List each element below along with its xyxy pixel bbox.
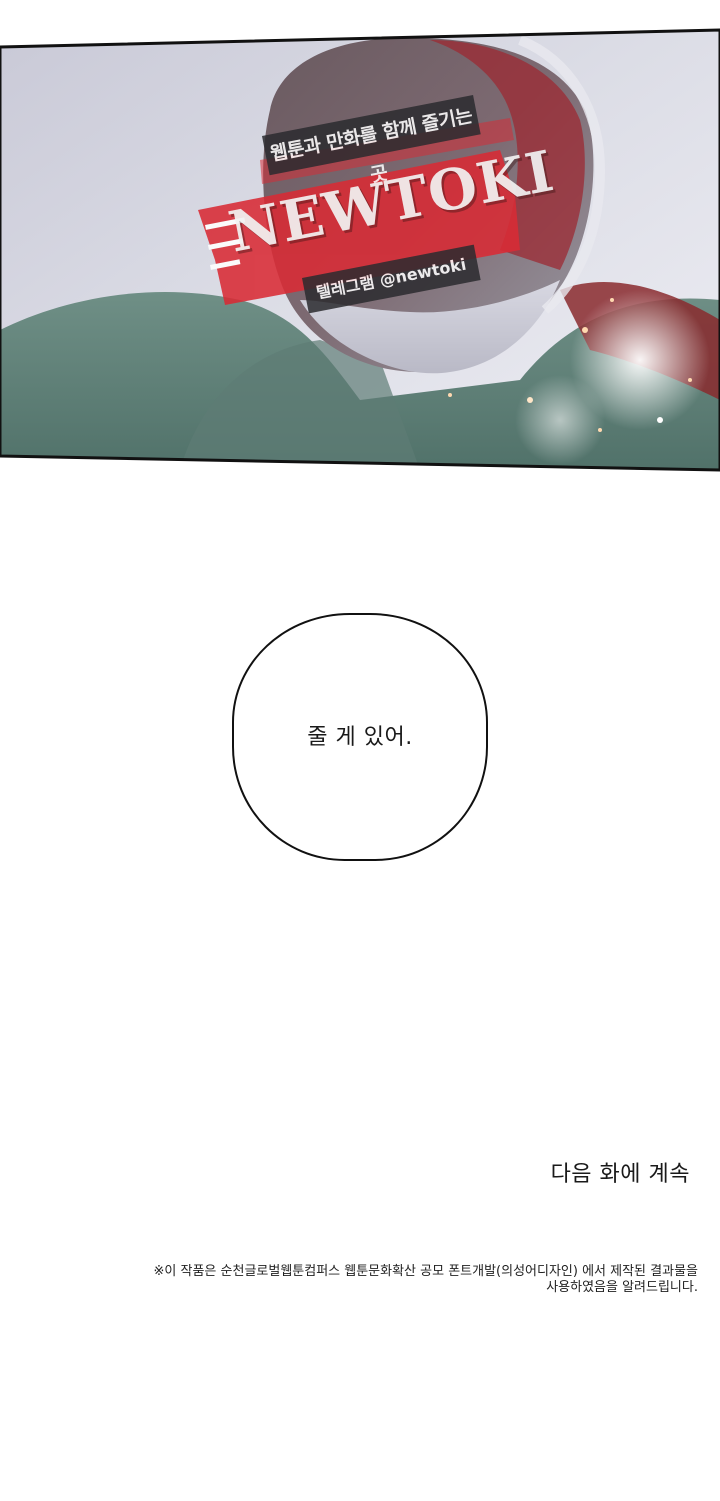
continued-next-episode-text: 다음 화에 계속 bbox=[550, 1162, 690, 1187]
font-credit-notice: ※이 작품은 순천글로벌웹툰컴퍼스 웹툰문화확산 공모 폰트개발(의성어디자인)… bbox=[58, 1264, 698, 1296]
credit-line-1: ※이 작품은 순천글로벌웹툰컴퍼스 웹툰문화확산 공모 폰트개발(의성어디자인)… bbox=[153, 1264, 698, 1279]
credit-line-2: 사용하였음을 알려드립니다. bbox=[546, 1280, 698, 1295]
speech-bubble: 줄 게 있어. bbox=[232, 613, 488, 861]
speech-bubble-text: 줄 게 있어. bbox=[307, 725, 413, 750]
comic-panel: 웹툰과 만화를 함께 즐기는 곳 NEWTOKI 텔레그램 @newtoki bbox=[0, 0, 720, 480]
